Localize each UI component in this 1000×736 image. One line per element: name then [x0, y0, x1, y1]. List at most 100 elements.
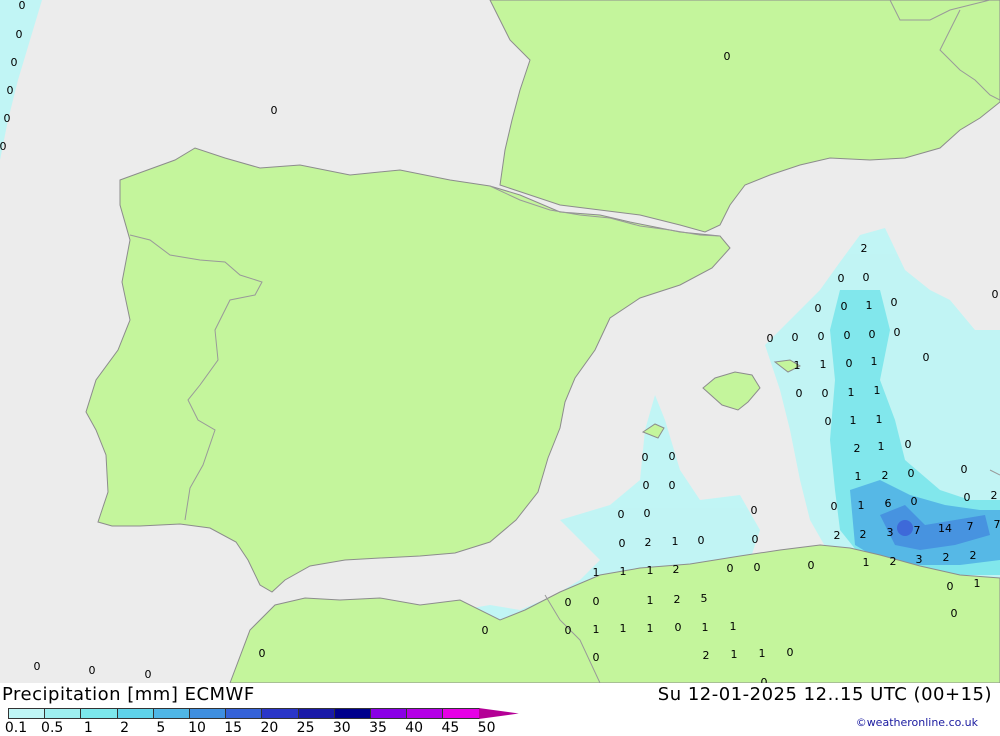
scale-tick-label: 20	[260, 720, 278, 736]
value-label: 0	[675, 621, 682, 634]
value-label: 1	[647, 564, 654, 577]
value-label: 0	[11, 56, 18, 69]
scale-tick-label: 50	[478, 720, 496, 736]
value-label: 1	[850, 414, 857, 427]
scale-tick-label: 10	[188, 720, 206, 736]
scale-tick-label: 45	[441, 720, 459, 736]
scale-swatch	[406, 708, 443, 719]
value-label: 0	[767, 332, 774, 345]
value-label: 0	[841, 300, 848, 313]
value-label: 0	[992, 288, 999, 301]
map-title: Precipitation [mm] ECMWF	[2, 684, 255, 705]
credit-link[interactable]: ©weatheronline.co.uk	[856, 716, 978, 729]
scale-tick-label: 35	[369, 720, 387, 736]
value-label: 0	[863, 271, 870, 284]
value-label: 0	[145, 668, 152, 681]
value-label: 2	[703, 649, 710, 662]
value-label: 2	[673, 563, 680, 576]
value-label: 0	[908, 467, 915, 480]
value-label: 0	[894, 326, 901, 339]
scale-swatch	[44, 708, 81, 719]
value-label: 0	[891, 296, 898, 309]
value-label: 1	[731, 648, 738, 661]
value-label: 6	[885, 497, 892, 510]
value-label: 0	[642, 451, 649, 464]
value-label: 0	[815, 302, 822, 315]
value-label: 1	[848, 386, 855, 399]
value-label: 2	[854, 442, 861, 455]
value-label: 0	[0, 140, 7, 153]
value-label: 0	[669, 479, 676, 492]
value-label: 0	[846, 357, 853, 370]
value-label: 1	[794, 359, 801, 372]
value-label: 0	[271, 104, 278, 117]
value-label: 1	[620, 565, 627, 578]
value-label: 0	[787, 646, 794, 659]
value-label: 1	[863, 556, 870, 569]
value-label: 0	[618, 508, 625, 521]
scale-swatch	[298, 708, 335, 719]
value-label: 1	[974, 577, 981, 590]
value-label: 1	[874, 384, 881, 397]
value-label: 0	[831, 500, 838, 513]
value-label: 0	[644, 507, 651, 520]
value-label: 1	[855, 470, 862, 483]
scale-swatch	[370, 708, 407, 719]
value-label: 0	[643, 479, 650, 492]
value-label: 0	[752, 533, 759, 546]
value-label: 0	[808, 559, 815, 572]
value-label: 5	[701, 592, 708, 605]
value-label: 1	[871, 355, 878, 368]
value-label: 0	[905, 438, 912, 451]
scale-tick-label: 30	[333, 720, 351, 736]
value-label: 2	[882, 469, 889, 482]
value-label: 1	[866, 299, 873, 312]
value-label: 0	[947, 580, 954, 593]
value-label: 0	[923, 351, 930, 364]
value-label: 1	[858, 499, 865, 512]
value-label: 0	[869, 328, 876, 341]
scale-swatch	[153, 708, 190, 719]
value-label: 3	[916, 553, 923, 566]
scale-swatch	[479, 708, 519, 719]
legend-footer: Precipitation [mm] ECMWF Su 12-01-2025 1…	[0, 683, 1000, 733]
value-label: 2	[674, 593, 681, 606]
value-label: 1	[876, 413, 883, 426]
value-label: 1	[620, 622, 627, 635]
value-label: 1	[593, 566, 600, 579]
scale-tick-label: 15	[224, 720, 242, 736]
value-label: 0	[482, 624, 489, 637]
value-label: 2	[861, 242, 868, 255]
scale-tick-label: 25	[297, 720, 315, 736]
scale-tick-label: 0.1	[5, 720, 27, 736]
value-label: 0	[964, 491, 971, 504]
value-label: 2	[860, 528, 867, 541]
value-label: 1	[702, 621, 709, 634]
value-label: 0	[16, 28, 23, 41]
scale-swatch	[189, 708, 226, 719]
value-label: 0	[565, 624, 572, 637]
value-label: 0	[19, 0, 26, 12]
value-label: 1	[647, 594, 654, 607]
value-label: 0	[838, 272, 845, 285]
value-label: 2	[991, 489, 998, 502]
scale-swatch	[117, 708, 154, 719]
scale-swatch	[442, 708, 479, 719]
scale-swatch	[334, 708, 371, 719]
valid-time: Su 12-01-2025 12..15 UTC (00+15)	[658, 684, 992, 705]
scale-swatch	[225, 708, 262, 719]
value-label: 2	[890, 555, 897, 568]
value-label: 1	[878, 440, 885, 453]
value-label: 0	[593, 595, 600, 608]
value-label: 0	[34, 660, 41, 673]
value-label: 2	[970, 549, 977, 562]
value-label: 0	[724, 50, 731, 63]
scale-tick-label: 5	[156, 720, 165, 736]
precipitation-map[interactable]: 0 0 0 0 0 0 0 0 2 0 0 0 0 1 0 0 0 0 0 0 0 0 1 1 0 1 0 0 0 1 1 0 1 1 2 1 0 0 0 1…	[0, 0, 1000, 683]
value-label: 0	[818, 330, 825, 343]
scale-tick-label: 1	[84, 720, 93, 736]
value-label: 0	[89, 664, 96, 677]
value-label: 3	[887, 526, 894, 539]
value-label: 0	[698, 534, 705, 547]
value-label: 2	[645, 536, 652, 549]
